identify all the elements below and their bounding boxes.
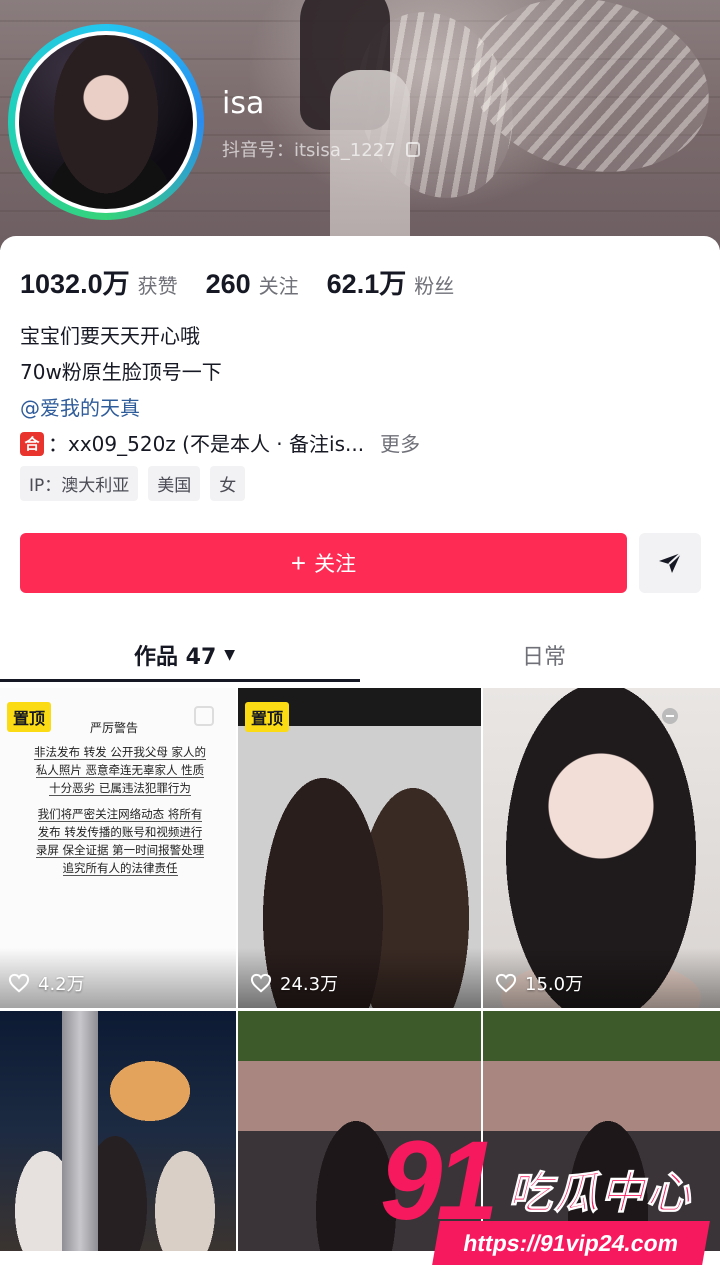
pillar (62, 1011, 98, 1251)
heart-icon (250, 973, 272, 993)
warning-line: 非法发布 转发 公开我父母 家人的 (34, 745, 206, 760)
warning-paragraph-1: 非法发布 转发 公开我父母 家人的 私人照片 恶意牵连无辜家人 性质 十分恶劣 … (22, 743, 218, 797)
stat-following[interactable]: 260 关注 (206, 269, 299, 300)
bio-more-link[interactable]: 更多 (380, 426, 420, 462)
watermark-brand: 吃瓜中心 (508, 1168, 692, 1220)
video-item[interactable] (0, 1011, 236, 1251)
tags-row: IP：澳大利亚 美国 女 (20, 466, 246, 501)
tab-bar: 作品 47 ▼ 日常 (0, 631, 720, 687)
message-button[interactable] (639, 533, 701, 593)
watermark-url: https://91vip24.com (432, 1221, 710, 1265)
watermark: 91 吃瓜中心 https://91vip24.com (380, 1125, 712, 1275)
stat-value: 1032.0万 (20, 269, 130, 299)
stat-likes[interactable]: 1032.0万 获赞 (20, 262, 178, 301)
tab-underline (0, 679, 360, 682)
tab-daily[interactable]: 日常 (522, 639, 566, 671)
douyin-id[interactable]: 抖音号：itsisa_1227 (222, 136, 420, 162)
stat-value: 62.1万 (326, 269, 407, 299)
caret-down-icon: ▼ (224, 647, 236, 663)
stat-followers[interactable]: 62.1万 粉丝 (327, 262, 455, 301)
stat-label: 获赞 (137, 274, 178, 298)
bio-mention-link[interactable]: @爱我的天真 (20, 390, 420, 426)
video-item[interactable]: 15.0万 (483, 688, 720, 1008)
copy-icon[interactable] (405, 141, 420, 157)
tag-gender: 女 (210, 466, 246, 501)
profile-card: 1032.0万 获赞 260 关注 62.1万 粉丝 宝宝们要天天开心哦 70w… (0, 236, 720, 1280)
tag-country: 美国 (148, 466, 201, 501)
warning-line: 录屏 保全证据 第一时间报警处理 (35, 843, 205, 858)
warning-line: 私人照片 恶意牵连无辜家人 性质 (35, 763, 205, 778)
stat-label: 关注 (258, 274, 299, 298)
like-count-value: 24.3万 (280, 974, 339, 995)
like-count-value: 15.0万 (525, 974, 584, 995)
tab-works[interactable]: 作品 47 ▼ (134, 639, 235, 671)
bio-line: 宝宝们要天天开心哦 (20, 324, 200, 348)
he-icon: 合 (20, 432, 44, 456)
plus-icon: + (290, 547, 307, 578)
send-icon (659, 552, 682, 573)
warning-title: 严厉警告 (90, 721, 139, 735)
avatar-frame (15, 31, 197, 213)
heart-icon (8, 973, 30, 993)
video-item[interactable]: 置顶 24.3万 (238, 688, 481, 1008)
heart-icon (495, 973, 517, 993)
warning-line: 我们将严密关注网络动态 将所有 (37, 807, 203, 822)
warning-line: 追究所有人的法律责任 (62, 861, 178, 876)
stat-label: 粉丝 (414, 274, 455, 298)
nickname: isa (222, 86, 265, 121)
like-count: 4.2万 (8, 970, 85, 996)
pinned-badge: 置顶 (7, 702, 52, 732)
follow-button-label: 关注 (314, 553, 357, 576)
like-count-value: 4.2万 (38, 974, 85, 995)
like-count: 15.0万 (495, 970, 583, 996)
minus-icon[interactable] (662, 708, 678, 724)
tab-works-label: 作品 47 (134, 645, 217, 670)
select-checkbox[interactable] (194, 706, 214, 726)
tag-ip: IP：澳大利亚 (20, 466, 139, 501)
bio-contact-text: ：xx09_520z (不是本人 · 备注is... (48, 432, 365, 456)
warning-line: 发布 转发传播的账号和视频进行 (37, 825, 203, 840)
like-count: 24.3万 (250, 970, 338, 996)
avatar[interactable] (8, 24, 204, 220)
warning-paragraph-2: 我们将严密关注网络动态 将所有 发布 转发传播的账号和视频进行 录屏 保全证据 … (22, 805, 218, 877)
video-item[interactable]: 置顶 严厉警告 非法发布 转发 公开我父母 家人的 私人照片 恶意牵连无辜家人 … (0, 688, 236, 1008)
follow-button[interactable]: + 关注 (20, 533, 627, 593)
bio-line: 70w粉原生脸顶号一下 (20, 360, 222, 384)
bio-contact-row: 合 ：xx09_520z (不是本人 · 备注is... 更多 (20, 426, 420, 462)
avatar-image (19, 35, 193, 209)
warning-line: 十分恶劣 已属违法犯罪行为 (49, 781, 191, 796)
bio: 宝宝们要天天开心哦 70w粉原生脸顶号一下 @爱我的天真 合 ：xx09_520… (20, 318, 420, 462)
stats-row: 1032.0万 获赞 260 关注 62.1万 粉丝 (20, 262, 482, 301)
stat-value: 260 (205, 269, 251, 299)
pinned-badge: 置顶 (245, 702, 290, 732)
douyin-id-text: 抖音号：itsisa_1227 (222, 140, 396, 161)
